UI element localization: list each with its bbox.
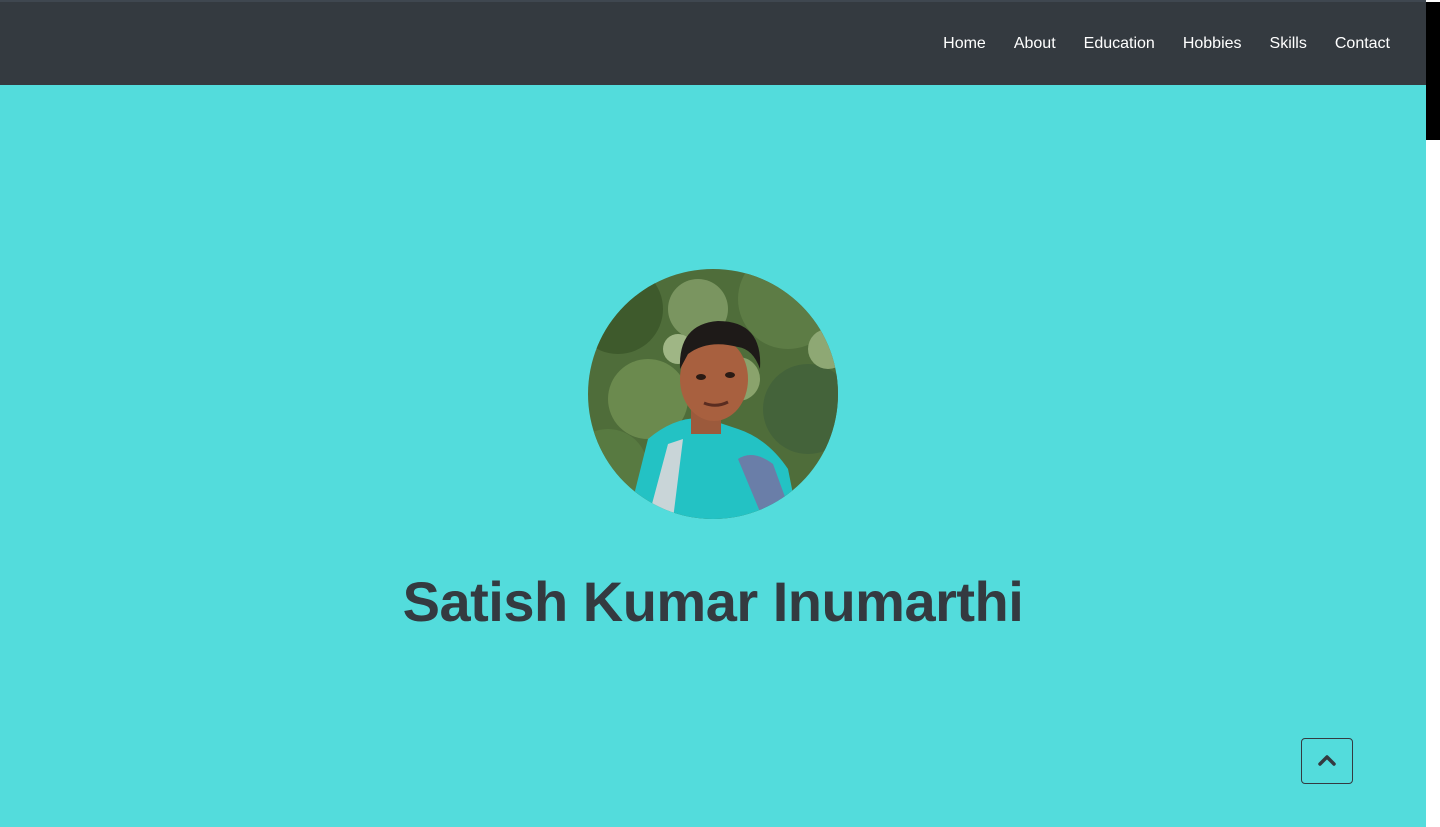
scrollbar[interactable] <box>1426 0 1440 827</box>
nav-link-hobbies[interactable]: Hobbies <box>1183 35 1242 52</box>
navbar: Home About Education Hobbies Skills Cont… <box>0 0 1426 85</box>
profile-name: Satish Kumar Inumarthi <box>402 570 1024 633</box>
back-to-top-button[interactable] <box>1301 738 1353 784</box>
page: Home About Education Hobbies Skills Cont… <box>0 0 1426 827</box>
nav-menu: Home About Education Hobbies Skills Cont… <box>943 2 1390 85</box>
nav-link-skills[interactable]: Skills <box>1270 35 1307 52</box>
scrollbar-thumb[interactable] <box>1426 2 1440 140</box>
chevron-up-icon <box>1317 753 1337 770</box>
hero-section: Satish Kumar Inumarthi <box>0 85 1426 827</box>
profile-photo <box>588 269 838 519</box>
nav-link-home[interactable]: Home <box>943 35 986 52</box>
nav-link-about[interactable]: About <box>1014 35 1056 52</box>
nav-link-contact[interactable]: Contact <box>1335 35 1390 52</box>
nav-link-education[interactable]: Education <box>1084 35 1155 52</box>
